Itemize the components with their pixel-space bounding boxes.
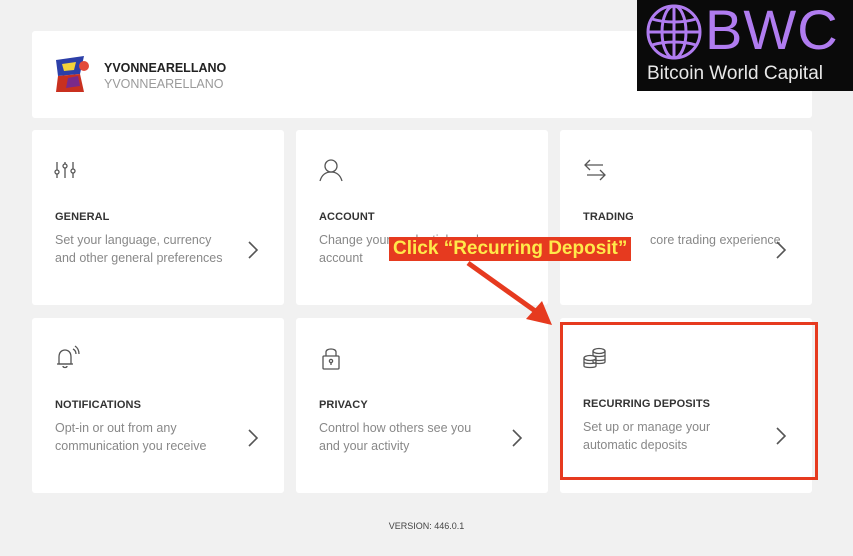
globe-icon [646,4,702,60]
chevron-right-icon [248,429,259,447]
user-handle: YVONNEARELLANO [104,77,224,91]
card-title: TRADING [583,211,634,223]
card-description: Control how others see you and your acti… [319,421,472,453]
avatar[interactable] [54,54,94,94]
card-title: NOTIFICATIONS [55,399,142,411]
card-title: PRIVACY [319,399,368,411]
card-trading[interactable]: TRADING core trading experience [560,130,812,305]
user-name: YVONNEARELLANO [104,61,227,75]
annotation-arrow-icon [466,260,552,325]
card-general[interactable]: GENERAL Set your language, currency and … [32,130,284,305]
sliders-icon [54,162,76,178]
bwc-logo: BWC Bitcoin World Capital [637,0,853,91]
card-description: Opt-in or out from any communication you… [55,421,207,453]
chevron-right-icon [776,241,787,259]
logo-tagline: Bitcoin World Capital [647,63,824,84]
card-privacy[interactable]: PRIVACY Control how others see you and y… [296,318,548,493]
card-description: Set your language, currency and other ge… [55,233,223,265]
swap-arrows-icon [584,159,606,181]
chevron-right-icon [248,241,259,259]
user-icon [319,159,343,182]
version-label: VERSION: 446.0.1 [388,521,465,531]
card-description: core trading experience [650,233,781,247]
annotation-callout: Click “Recurring Deposit” [389,237,632,261]
highlight-box [560,322,818,480]
lock-icon [322,348,340,370]
chevron-right-icon [512,429,523,447]
logo-brand: BWC [705,0,839,61]
card-title: ACCOUNT [319,211,375,223]
card-notifications[interactable]: NOTIFICATIONS Opt-in or out from any com… [32,318,284,493]
bell-icon [57,345,80,369]
card-title: GENERAL [55,211,110,223]
